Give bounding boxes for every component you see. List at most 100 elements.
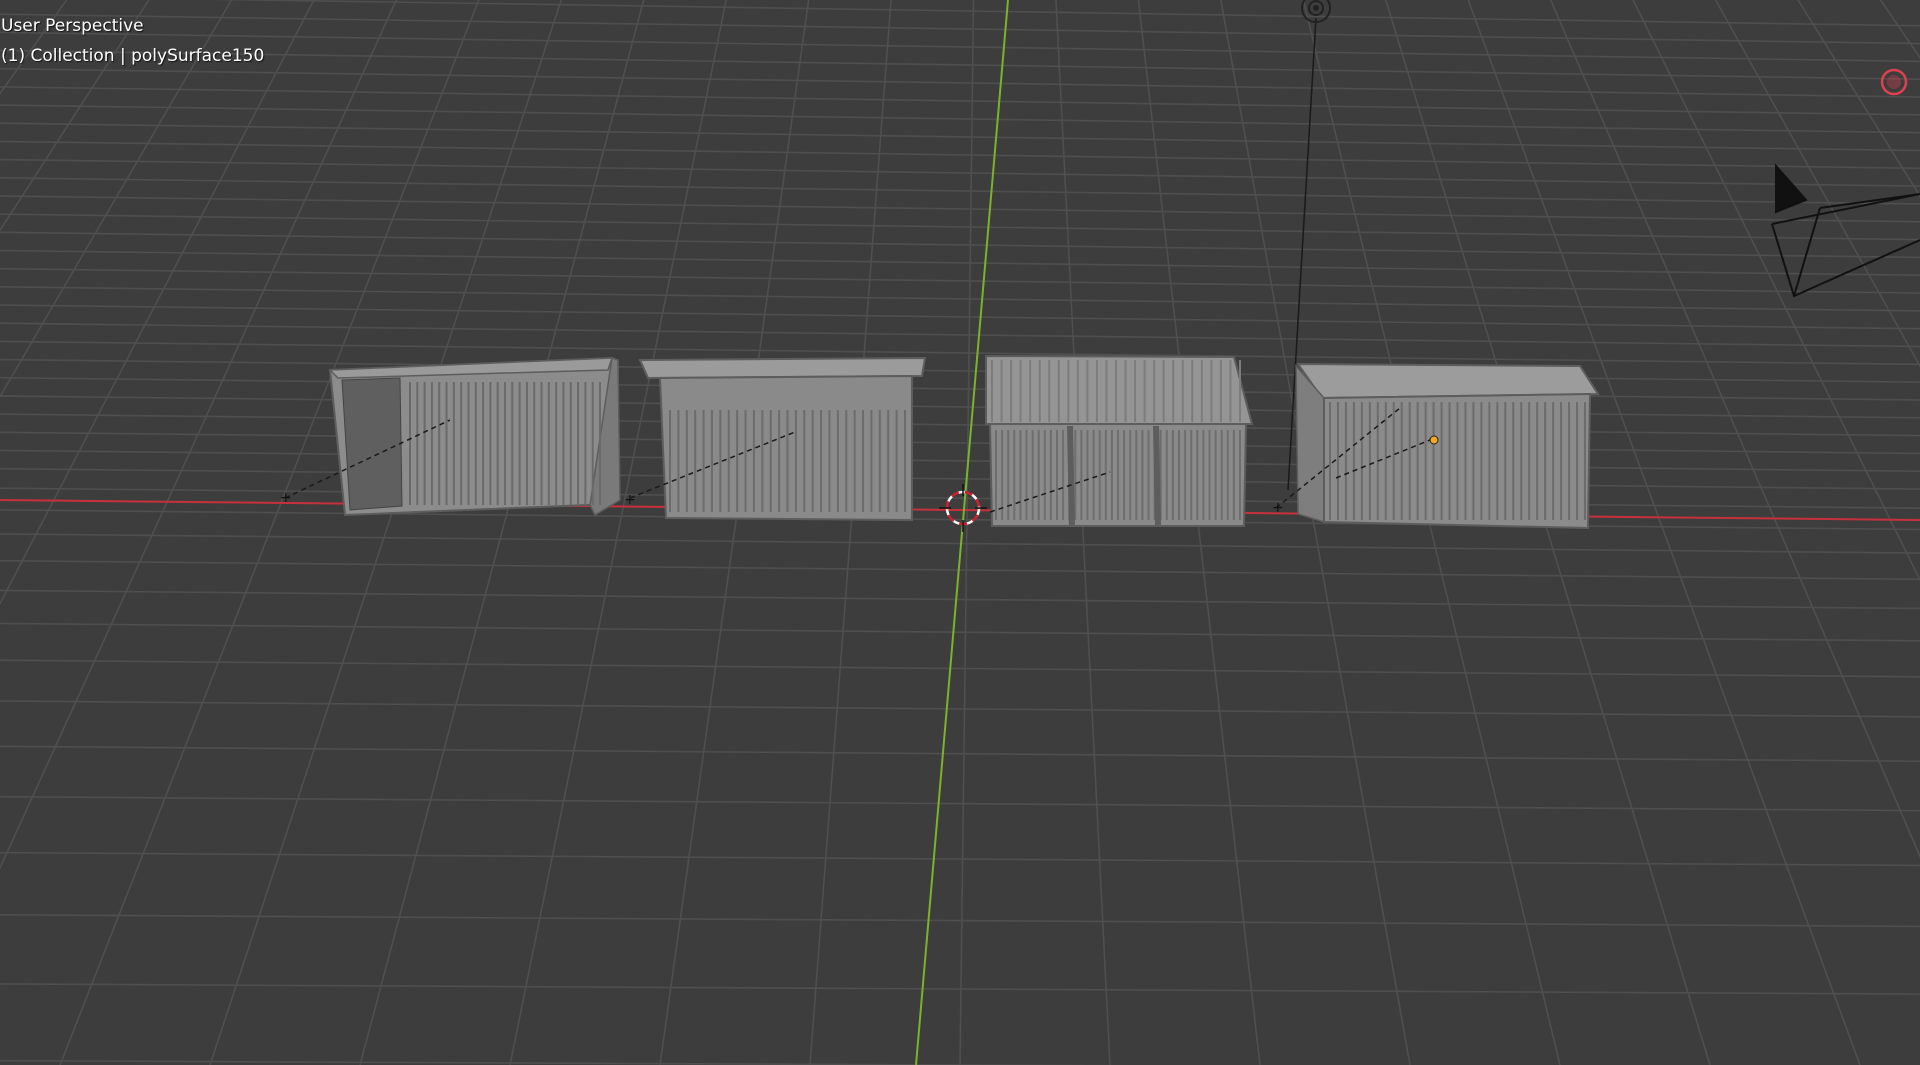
grid-line — [0, 267, 1920, 294]
svg-text:+: + — [1272, 500, 1284, 516]
grid-line — [0, 0, 990, 1065]
grid-line — [0, 0, 990, 1065]
grid-line — [0, 0, 990, 1065]
grid-line — [0, 0, 990, 1065]
grid-line — [0, 0, 990, 1065]
grid-line — [0, 745, 1920, 763]
grid-line — [0, 431, 1920, 455]
grid-line — [0, 0, 990, 1065]
grid-line — [0, 0, 990, 1065]
grid-line — [0, 358, 1920, 383]
grid-line — [0, 0, 990, 1065]
grid-line — [0, 0, 990, 1065]
grid-line — [0, 0, 990, 1065]
grid-line — [0, 509, 1920, 531]
grid-line — [0, 0, 990, 1065]
grid-line — [208, 0, 1920, 27]
grid-line — [0, 0, 990, 1065]
grid-line — [0, 0, 990, 1065]
grid-line — [0, 0, 990, 1065]
grid-line — [0, 304, 1920, 330]
grid-line — [0, 0, 990, 1065]
grid-line — [0, 0, 990, 1065]
grid-line — [0, 0, 315, 606]
grid-line — [0, 104, 1920, 134]
grid-line — [0, 0, 990, 1065]
viewport-scene[interactable]: + + + — [0, 0, 1920, 1065]
grid-line — [0, 0, 68, 96]
grid-line — [0, 0, 990, 1065]
grid-line — [0, 395, 1920, 419]
grid-line — [0, 0, 990, 1065]
grid-line — [0, 0, 990, 1065]
grid-line — [0, 0, 990, 1065]
grid-line — [0, 0, 150, 232]
grid-line — [0, 0, 990, 1065]
grid-line — [0, 0, 990, 1065]
grid-line — [0, 700, 1920, 718]
grid-line — [0, 86, 1920, 116]
grid-line — [659, 0, 810, 1065]
grid-line — [0, 659, 1920, 678]
grid-line — [0, 0, 990, 1065]
grid-line — [959, 0, 975, 1065]
grid-line — [0, 0, 990, 1065]
svg-text:+: + — [624, 492, 636, 508]
grid-line — [1137, 0, 1261, 1065]
grid-line — [0, 0, 990, 1065]
grid-line — [0, 0, 990, 1065]
grid-line — [0, 983, 1920, 995]
grid-line — [0, 122, 1920, 152]
grid-line — [0, 914, 1920, 928]
collection-info-label: (1) Collection | polySurface150 — [1, 46, 265, 66]
grid-line — [0, 0, 990, 1065]
grid-line — [0, 0, 990, 1065]
grid-line — [0, 0, 990, 1065]
grid-line — [0, 0, 990, 1065]
grid-line — [0, 0, 990, 1065]
grid-line — [0, 0, 398, 870]
grid-line — [0, 0, 990, 1065]
grid-line — [0, 0, 990, 1065]
grid-line — [0, 622, 1920, 642]
grid-line — [1055, 0, 1111, 1065]
3d-viewport[interactable]: + + + User Perspective (1) Collection | … — [0, 0, 1920, 1065]
grid-line — [0, 0, 233, 399]
kennel-mesh-2[interactable]: + — [624, 356, 927, 522]
view-name-label: User Perspective — [1, 16, 144, 36]
grid-line — [0, 0, 990, 1065]
grid-line — [1549, 0, 1920, 859]
grid-line — [0, 0, 990, 1065]
grid-line — [0, 322, 1920, 348]
selected-origin-icon — [1429, 435, 1439, 445]
grid-line — [0, 286, 1920, 312]
grid-line — [0, 0, 990, 1065]
grid-line — [509, 0, 727, 1065]
kennel-mesh-3[interactable] — [985, 354, 1254, 527]
grid-line — [0, 0, 990, 1065]
grid-line — [209, 0, 563, 1065]
record-icon-fill — [1887, 75, 1901, 89]
grid-line — [0, 0, 990, 1065]
grid-line — [0, 31, 1920, 63]
grid-line — [0, 13, 1920, 45]
svg-text:+: + — [280, 490, 292, 506]
grid-line — [359, 0, 645, 1065]
kennel-mesh-4[interactable]: + — [1272, 362, 1600, 530]
grid-line — [0, 0, 990, 1065]
grid-line — [0, 851, 1920, 867]
grid-line — [0, 340, 1920, 366]
grid-line — [0, 449, 1920, 473]
grid-line — [0, 0, 990, 1065]
grid-line — [0, 795, 1920, 812]
3d-cursor-icon[interactable] — [939, 484, 987, 532]
grid-line — [0, 0, 990, 1065]
grid-line — [0, 0, 990, 1065]
floor-grid — [0, 0, 1920, 1065]
grid-line — [0, 0, 990, 1065]
grid-line — [0, 0, 990, 1065]
grid-line — [1467, 0, 1861, 1065]
grid-line — [0, 0, 990, 1065]
grid-line — [0, 0, 990, 1065]
grid-line — [0, 67, 1920, 98]
